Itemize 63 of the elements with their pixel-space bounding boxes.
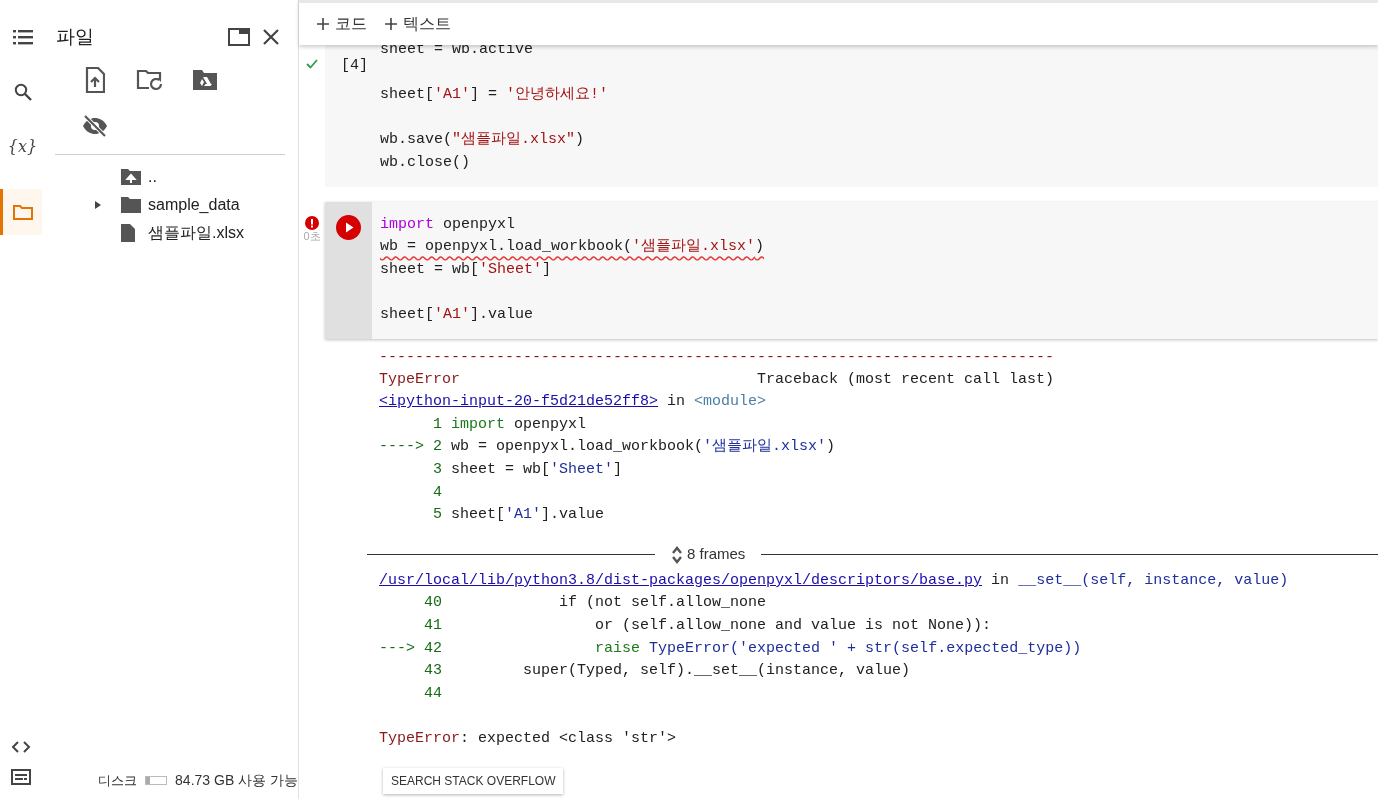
code-line: sheet = wb['Sheet']	[380, 259, 552, 280]
folder-icon	[120, 196, 142, 214]
code-line: wb.save("샘플파일.xlsx")	[380, 130, 585, 151]
file-icon	[120, 223, 136, 243]
output-line: in __set__(self, instance, value)	[990, 571, 1289, 589]
traceback-link[interactable]: /usr/local/lib/python3.8/dist-packages/openpyxl/descriptors/base.py	[379, 571, 983, 589]
output-line: 5 sheet['A1'].value	[432, 505, 605, 526]
code-line: wb.close()	[380, 153, 470, 173]
output-line: 44	[423, 683, 442, 704]
file-tree-item[interactable]: sample_data	[148, 193, 240, 217]
output-line: 40 if (not self.allow_none	[423, 593, 767, 614]
file-tree-item[interactable]: 샘플파일.xlsx	[148, 221, 244, 245]
elapsed-time: 0초	[303, 230, 321, 242]
drive-folder-icon[interactable]	[191, 69, 218, 91]
search-stack-overflow-button[interactable]: SEARCH STACK OVERFLOW	[383, 768, 564, 795]
output-line: 41 or (self.allow_none and value is not None)):	[423, 615, 992, 636]
files-button[interactable]	[0, 189, 42, 235]
execution-count: [4]	[341, 56, 368, 75]
output-line: 43 super(Typed, self).__set__(instance, value)	[423, 661, 911, 682]
output-line: in <module>	[666, 393, 767, 411]
code-line: sheet['A1'] = '안녕하세요!'	[380, 85, 609, 106]
disk-space-text: 84.73 GB 사용 가능	[175, 771, 298, 790]
variables-button[interactable]: {x}	[0, 134, 42, 160]
window-icon[interactable]	[228, 28, 250, 46]
output-line: Traceback (most recent call last)	[757, 369, 1055, 390]
output-line: 4	[432, 482, 442, 503]
code-icon	[11, 741, 31, 753]
traceback-link[interactable]: <ipython-input-20-f5d21de52ff8>	[379, 393, 659, 411]
output-line: 1 import openpyxl	[432, 414, 587, 435]
add-cell-button[interactable]: 코드	[317, 12, 367, 36]
caret-icon[interactable]	[94, 200, 102, 210]
code-line: wb = openpyxl.load_workbook('샘플파일.xlsx')	[380, 237, 765, 258]
plus-icon	[385, 18, 397, 30]
output-line: ---> 42 raise TypeError('expected ' + str(self.expected_type))	[379, 638, 1082, 659]
add-cell-button[interactable]: 텍스트	[385, 12, 451, 36]
code-line: sheet['A1'].value	[380, 305, 534, 325]
plus-icon	[317, 18, 329, 30]
output-line: TypeError	[379, 369, 460, 390]
frames-toggle[interactable]: 8 frames	[655, 543, 762, 566]
panel-title: 파일	[56, 24, 94, 49]
search-icon	[13, 83, 32, 101]
folder-up-icon	[120, 168, 142, 186]
terminal-button[interactable]	[11, 769, 31, 785]
output-line: ----> 2 wb = openpyxl.load_workbook('샘플파일.xlsx')	[379, 437, 836, 458]
folder-refresh-icon[interactable]	[135, 69, 164, 91]
terminal-icon	[11, 769, 31, 785]
disk-label: 디스크	[98, 771, 137, 790]
file-tree-item[interactable]: ..	[148, 165, 157, 189]
folder-icon	[12, 204, 33, 220]
hidden-eye-icon[interactable]	[81, 115, 108, 137]
run-button[interactable]	[336, 214, 361, 240]
disk-usage-bar	[145, 776, 168, 785]
check-icon	[306, 59, 318, 69]
code-line: import openpyxl	[380, 214, 516, 235]
output-line: 3 sheet = wb['Sheet']	[432, 459, 623, 480]
output-line: ---------------------------------------------------------------------------	[379, 347, 1055, 368]
file-upload-icon[interactable]	[84, 67, 105, 93]
error-icon	[305, 215, 319, 230]
chevrons-icon	[671, 544, 683, 565]
code-button[interactable]	[11, 741, 31, 753]
close-icon[interactable]	[262, 28, 280, 46]
output-line: TypeError: expected <class 'str'>	[379, 728, 677, 749]
list-icon	[12, 29, 33, 45]
